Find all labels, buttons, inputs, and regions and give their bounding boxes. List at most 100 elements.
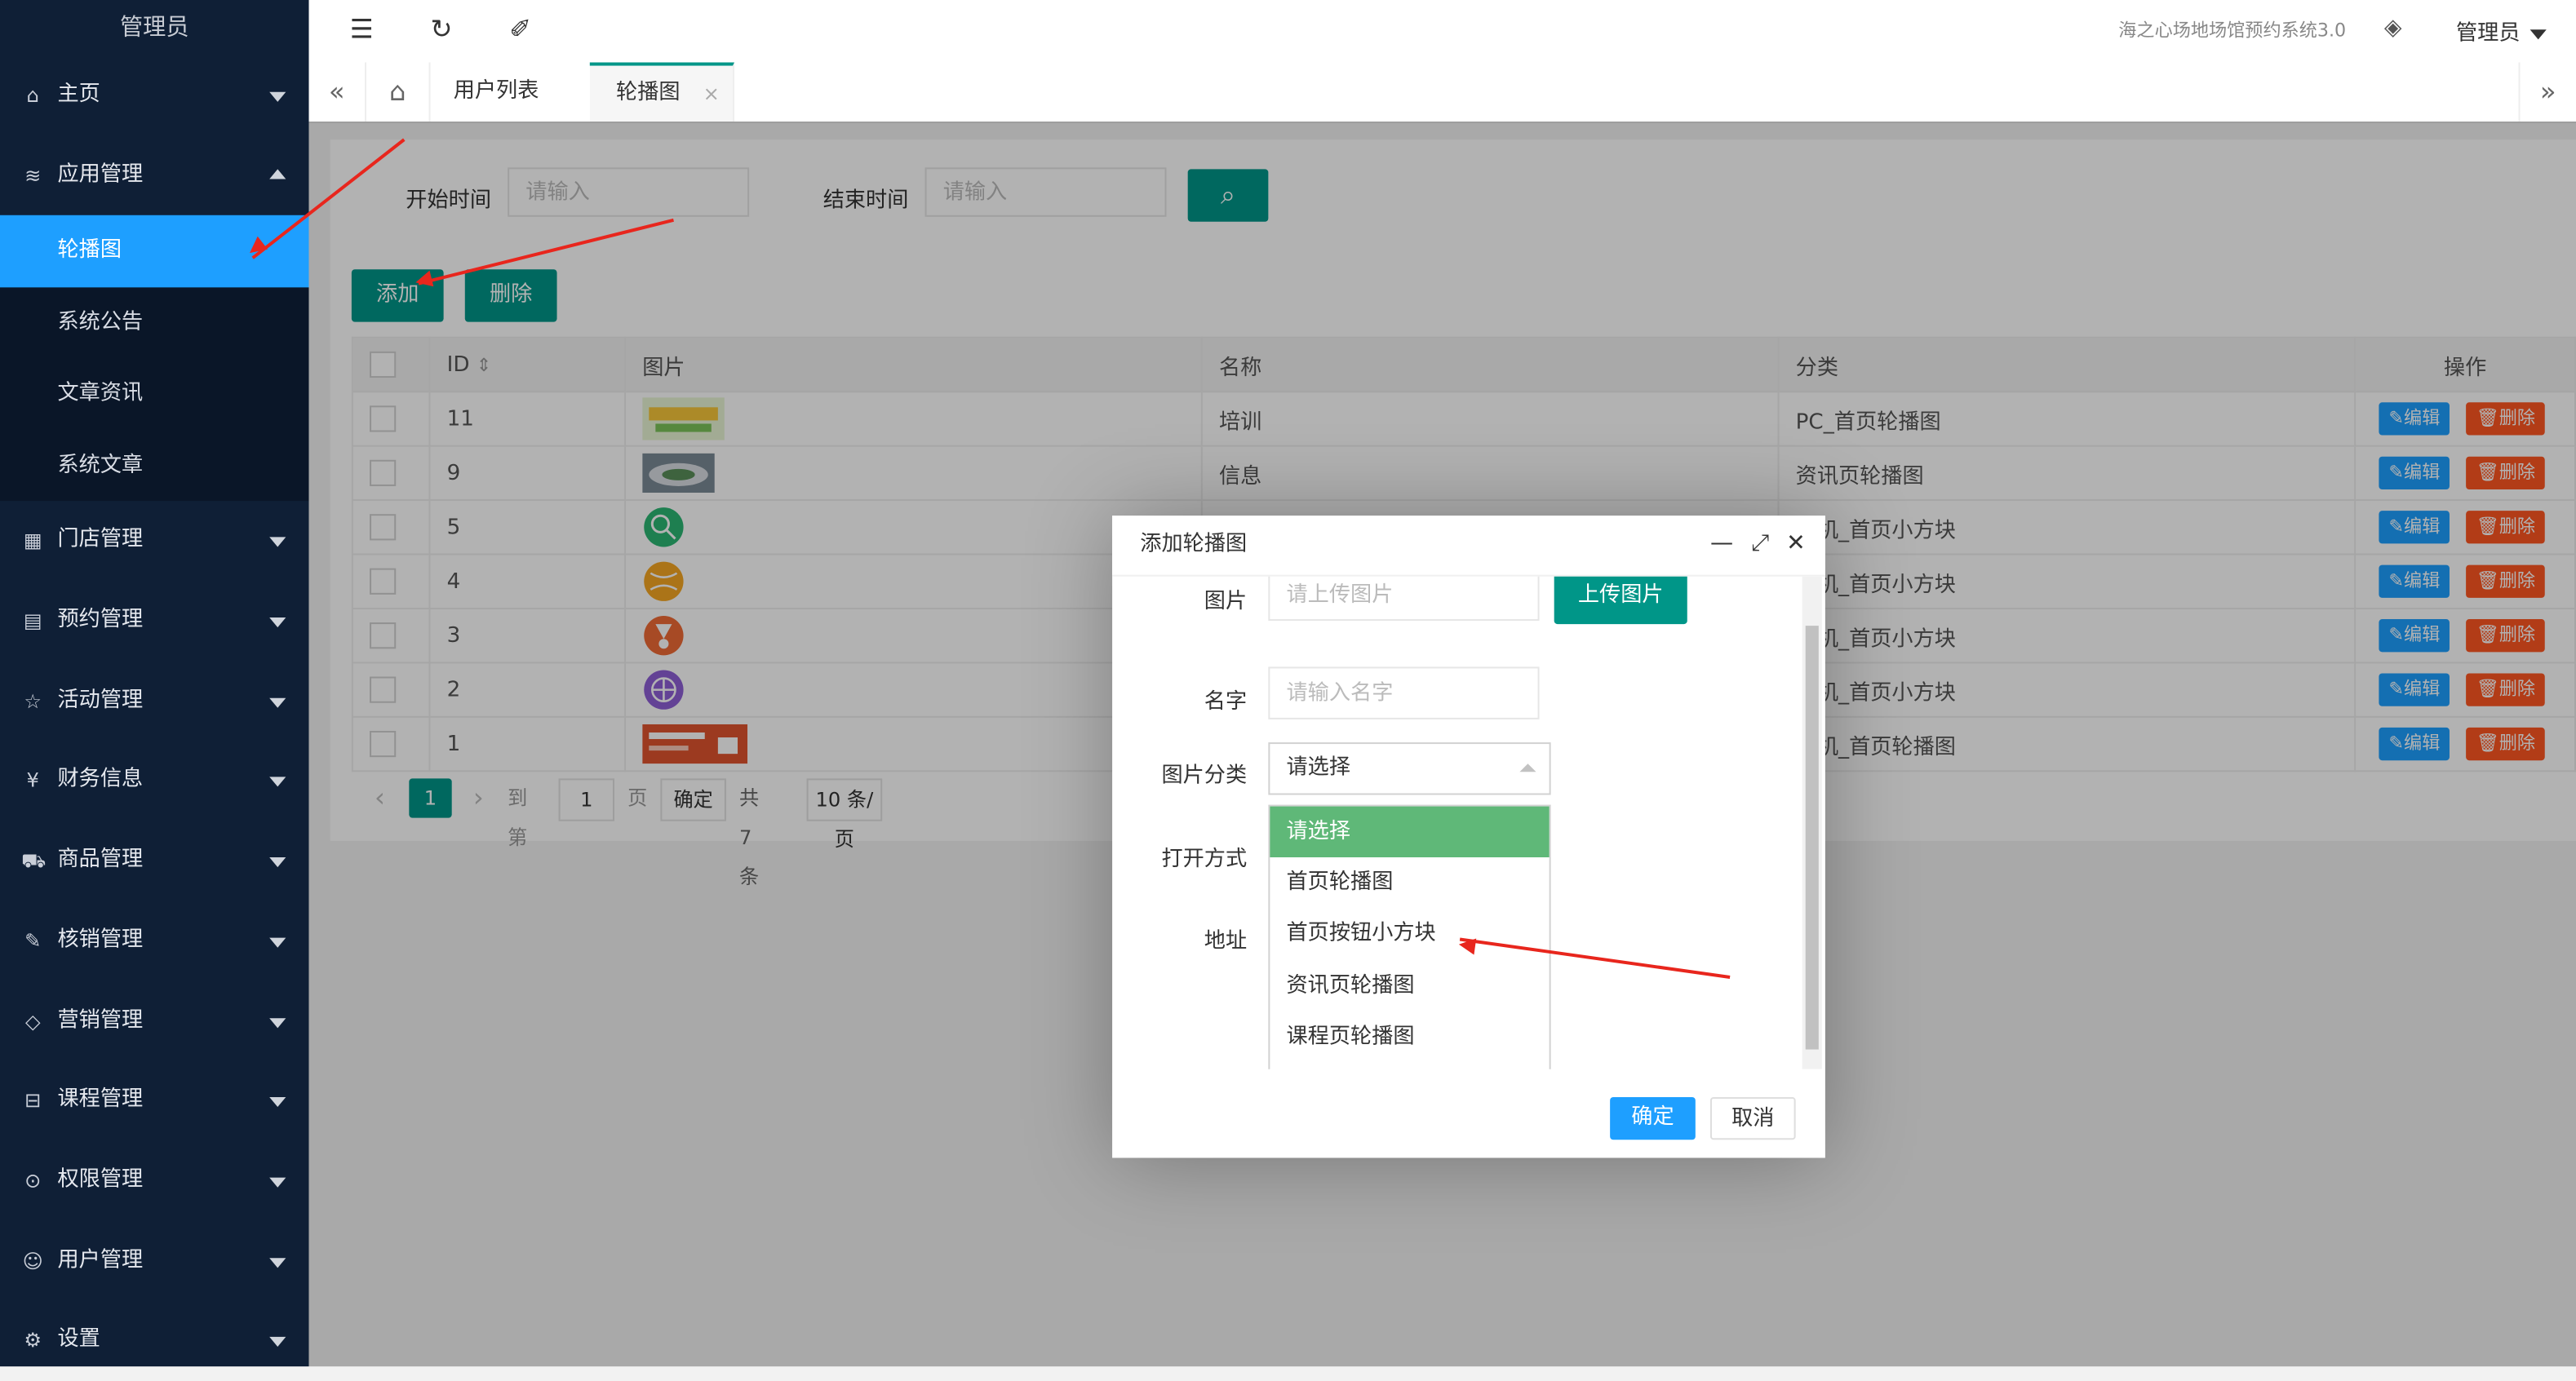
sidebar-item-users[interactable]: ☺ 用户管理 xyxy=(0,1221,309,1301)
chevron-down-icon xyxy=(269,1097,286,1108)
sidebar-item-label: 财务信息 xyxy=(57,768,144,793)
menu-toggle-icon[interactable]: ☰ xyxy=(350,13,374,44)
dropdown-option-course-carousel[interactable]: 课程页轮播图 xyxy=(1270,1011,1549,1063)
sidebar-item-label: 用户管理 xyxy=(57,1247,144,1273)
chevron-down-icon xyxy=(269,617,286,628)
sidebar-item-label: 核销管理 xyxy=(57,927,144,953)
chevron-down-icon xyxy=(269,538,286,548)
sidebar-item-app-management[interactable]: ≋ 应用管理 xyxy=(0,135,309,215)
sidebar-subnav: 轮播图 系统公告 文章资讯 系统文章 xyxy=(0,215,309,502)
sidebar-item-label: 商品管理 xyxy=(57,848,144,873)
brush-icon[interactable]: ✐ xyxy=(509,13,531,44)
close-icon[interactable]: ✕ xyxy=(1786,530,1806,556)
image-input[interactable]: 请上传图片 xyxy=(1268,576,1540,622)
dropdown-option-placeholder[interactable]: 请选择 xyxy=(1270,806,1550,858)
user-icon: ☺ xyxy=(22,1249,43,1273)
tabs-scroll-right-icon[interactable]: » xyxy=(2518,62,2576,122)
edit-icon: ✎ xyxy=(24,929,42,953)
image-label: 图片 xyxy=(1204,589,1248,615)
sidebar-item-booking[interactable]: ▤ 预约管理 xyxy=(0,582,309,662)
calendar-icon: ▤ xyxy=(23,609,42,633)
minimize-icon[interactable]: — xyxy=(1710,530,1733,556)
chevron-down-icon xyxy=(269,857,286,868)
sidebar-item-label: 课程管理 xyxy=(57,1087,144,1113)
gear-icon: ⚙ xyxy=(24,1329,42,1352)
category-dropdown: 请选择 首页轮播图 首页按钮小方块 资讯页轮播图 课程页轮播图 xyxy=(1268,804,1551,1069)
chevron-down-icon xyxy=(269,1337,286,1348)
close-icon[interactable]: × xyxy=(703,66,720,122)
sidebar-subitem-articles[interactable]: 文章资讯 xyxy=(0,359,309,431)
name-label: 名字 xyxy=(1204,689,1248,715)
home-icon: ⌂ xyxy=(26,83,39,107)
chevron-down-icon xyxy=(269,1017,286,1028)
category-select[interactable]: 请选择 xyxy=(1268,742,1551,795)
bus-icon: ⊟ xyxy=(24,1089,42,1113)
chevron-down-icon xyxy=(269,777,286,788)
category-select-value: 请选择 xyxy=(1286,755,1351,781)
sidebar-item-store[interactable]: ▦ 门店管理 xyxy=(0,502,309,582)
dialog-scrollbar[interactable] xyxy=(1802,576,1822,1069)
yen-icon: ¥ xyxy=(26,769,39,793)
confirm-button[interactable]: 确定 xyxy=(1610,1096,1696,1140)
sidebar-item-activity[interactable]: ☆ 活动管理 xyxy=(0,662,309,741)
sidebar-item-label: 营销管理 xyxy=(57,1007,144,1033)
open-mode-label: 打开方式 xyxy=(1161,847,1248,873)
sidebar: 管理员 ⌂ 主页 ≋ 应用管理 轮播图 系统公告 文章资讯 系统文章 ▦ 门店管… xyxy=(0,0,309,1367)
sidebar-item-finance[interactable]: ¥ 财务信息 xyxy=(0,741,309,821)
sidebar-item-label: 活动管理 xyxy=(57,688,144,713)
diamond-icon: ◇ xyxy=(24,1009,41,1033)
upload-image-button[interactable]: 上传图片 xyxy=(1554,576,1687,625)
sidebar-item-verification[interactable]: ✎ 核销管理 xyxy=(0,901,309,981)
sidebar-subitem-notice[interactable]: 系统公告 xyxy=(0,287,309,359)
dropdown-option-home-carousel[interactable]: 首页轮播图 xyxy=(1270,857,1549,909)
sidebar-item-label: 主页 xyxy=(57,82,100,107)
sidebar-subitem-system-articles[interactable]: 系统文章 xyxy=(0,430,309,502)
sidebar-item-marketing[interactable]: ◇ 营销管理 xyxy=(0,981,309,1061)
tab-home-icon[interactable]: ⌂ xyxy=(366,62,431,122)
maximize-icon[interactable]: ⤢ xyxy=(1751,530,1770,556)
user-menu[interactable]: 管理员 xyxy=(2456,15,2547,46)
cancel-button[interactable]: 取消 xyxy=(1709,1096,1796,1140)
sidebar-item-label: 门店管理 xyxy=(57,528,144,553)
chevron-up-icon xyxy=(269,168,286,179)
star-icon: ☆ xyxy=(24,689,42,713)
sidebar-nav: ⌂ 主页 ≋ 应用管理 轮播图 系统公告 文章资讯 系统文章 ▦ 门店管理 ▤ … xyxy=(0,55,309,1381)
app-root: 管理员 ⌂ 主页 ≋ 应用管理 轮播图 系统公告 文章资讯 系统文章 ▦ 门店管… xyxy=(0,0,2576,1367)
chevron-up-icon xyxy=(1519,764,1536,772)
store-icon: ▦ xyxy=(23,529,42,553)
scrollbar-thumb[interactable] xyxy=(1805,626,1819,1050)
chevron-down-icon xyxy=(269,937,286,948)
tabs-scroll-left-icon[interactable]: « xyxy=(309,62,366,122)
layers-icon: ≋ xyxy=(24,163,42,187)
top-header: ☰ ↻ ✐ 海之心场地场馆预约系统3.0 ◈ 管理员 xyxy=(308,0,2576,64)
sidebar-item-goods[interactable]: ⛟ 商品管理 xyxy=(0,821,309,901)
dropdown-option-home-button-block[interactable]: 首页按钮小方块 xyxy=(1270,909,1549,960)
category-label: 图片分类 xyxy=(1161,764,1248,789)
sidebar-item-label: 应用管理 xyxy=(57,162,144,187)
system-name: 海之心场地场馆预约系统3.0 xyxy=(2118,20,2347,42)
shield-icon: ⊙ xyxy=(24,1169,42,1193)
sidebar-item-label: 预约管理 xyxy=(57,608,144,633)
sidebar-item-label: 权限管理 xyxy=(57,1167,144,1193)
sidebar-item-permission[interactable]: ⊙ 权限管理 xyxy=(0,1141,309,1221)
dropdown-option-news-carousel[interactable]: 资讯页轮播图 xyxy=(1270,960,1549,1011)
tab-carousel[interactable]: 轮播图 × xyxy=(589,62,734,122)
user-name: 管理员 xyxy=(2456,21,2521,46)
sidebar-item-home[interactable]: ⌂ 主页 xyxy=(0,55,309,135)
annotation-arrow-head xyxy=(1457,936,1477,955)
chevron-down-icon xyxy=(269,1257,286,1268)
tag-icon[interactable]: ◈ xyxy=(2384,15,2402,41)
tab-label: 用户列表 xyxy=(453,78,539,104)
add-carousel-dialog: 添加轮播图 — ⤢ ✕ 图片 请上传图片 上传图片 名字 请输入名字 图片分类 … xyxy=(1112,516,1825,1158)
sidebar-item-label: 设置 xyxy=(57,1327,100,1352)
refresh-icon[interactable]: ↻ xyxy=(431,13,453,44)
chevron-down-icon xyxy=(269,697,286,708)
sidebar-item-course[interactable]: ⊟ 课程管理 xyxy=(0,1061,309,1141)
name-input[interactable]: 请输入名字 xyxy=(1268,666,1540,719)
sidebar-item-settings[interactable]: ⚙ 设置 xyxy=(0,1301,309,1381)
cart-icon: ⛟ xyxy=(21,849,47,873)
chevron-down-icon xyxy=(269,91,286,102)
tab-label: 轮播图 xyxy=(616,80,681,105)
dialog-body: 图片 请上传图片 上传图片 名字 请输入名字 图片分类 请选择 打开方式 地址 … xyxy=(1112,576,1825,1069)
tab-bar: « ⌂ 用户列表 × 轮播图 × » xyxy=(308,62,2576,124)
